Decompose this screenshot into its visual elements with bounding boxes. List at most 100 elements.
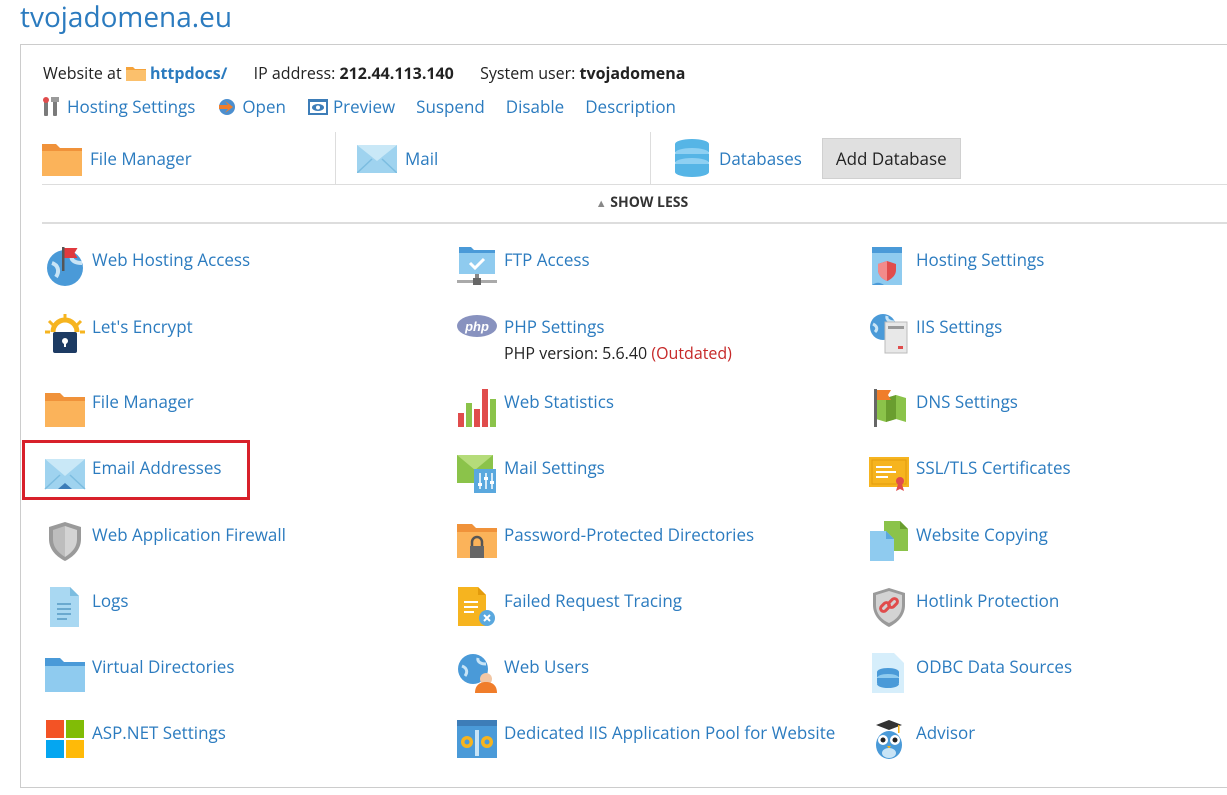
tool-label: Logs [92, 589, 129, 612]
disable-link[interactable]: Disable [506, 95, 564, 118]
owl-graduate-icon [876, 720, 902, 759]
tool-label: Hosting Settings [916, 248, 1045, 271]
certificate-icon [869, 457, 909, 491]
php-version-info: PHP version: 5.6.40 (Outdated) [504, 342, 732, 364]
hosting-settings-link[interactable]: Hosting Settings [67, 95, 195, 118]
suspend-link[interactable]: Suspend [416, 95, 485, 118]
website-at-label: Website at [43, 62, 122, 84]
tool-label: PHP Settings [504, 315, 605, 338]
docroot-link[interactable]: httpdocs/ [150, 62, 227, 84]
preview-link[interactable]: Preview [333, 95, 395, 118]
folder-icon [42, 144, 82, 176]
ip-value: 212.44.113.140 [339, 62, 454, 84]
shield-link-icon [873, 588, 905, 627]
tool-iis-settings[interactable]: IIS Settings [868, 312, 1002, 354]
tool-aspnet-settings[interactable]: ASP.NET Settings [44, 718, 226, 760]
quick-file-manager[interactable]: File Manager [42, 132, 336, 184]
hosting-settings-action[interactable]: Hosting Settings [41, 95, 195, 118]
tool-lets-encrypt[interactable]: Let's Encrypt [44, 312, 193, 354]
tool-hosting-settings[interactable]: Hosting Settings [868, 245, 1044, 287]
ftp-folder-icon [457, 247, 497, 285]
database-icon [675, 139, 709, 177]
windows-logo-icon [46, 720, 84, 758]
tool-label: File Manager [92, 390, 194, 413]
tool-failed-request-tracing[interactable]: Failed Request Tracing [456, 586, 682, 628]
system-user-label: System user: [480, 62, 576, 84]
tool-label: Web Statistics [504, 390, 614, 413]
shield-icon [49, 522, 81, 561]
flag-map-icon [874, 389, 906, 427]
open-action[interactable]: Open [216, 95, 286, 118]
open-link[interactable]: Open [242, 95, 286, 118]
tool-virtual-directories[interactable]: Virtual Directories [44, 652, 234, 694]
tool-web-users[interactable]: Web Users [456, 652, 589, 694]
tool-hotlink-protection[interactable]: Hotlink Protection [868, 586, 1059, 628]
lock-sun-icon [45, 314, 85, 353]
mail-link[interactable]: Mail [405, 147, 438, 170]
quick-access-bar: File Manager Mail Databases Add Database [42, 132, 1227, 185]
tool-file-manager[interactable]: File Manager [44, 387, 194, 429]
tool-mail-settings[interactable]: Mail Settings [456, 453, 605, 495]
quick-databases: Databases Add Database [651, 132, 961, 184]
eye-icon [307, 98, 328, 115]
tool-logs[interactable]: Logs [44, 586, 128, 628]
php-icon: php [457, 315, 497, 337]
file-manager-link[interactable]: File Manager [90, 147, 192, 170]
tool-label: Website Copying [916, 523, 1048, 546]
show-less-toggle[interactable]: ▲ SHOW LESS [42, 184, 1227, 224]
tool-label: Web Users [504, 655, 590, 678]
add-database-button[interactable]: Add Database [821, 137, 961, 179]
tool-label: ASP.NET Settings [92, 721, 226, 744]
hosting-settings-icon [872, 247, 902, 285]
document-icon [50, 587, 79, 627]
tool-label: FTP Access [504, 248, 590, 271]
tool-label: Dedicated IIS Application Pool for Websi… [504, 721, 836, 744]
php-version: PHP version: 5.6.40 [504, 342, 648, 364]
php-outdated-badge: (Outdated) [651, 342, 732, 364]
tool-label: ODBC Data Sources [916, 655, 1073, 678]
tool-web-application-firewall[interactable]: Web Application Firewall [44, 520, 286, 562]
folder-icon [125, 67, 146, 81]
domain-actions: Hosting Settings Open Preview Suspend Di… [41, 95, 676, 118]
preview-action[interactable]: Preview [307, 95, 395, 118]
tool-label: Let's Encrypt [92, 315, 193, 338]
tool-ssl-tls-certificates[interactable]: SSL/TLS Certificates [868, 453, 1071, 495]
tools-icon [43, 96, 59, 116]
folder-icon [45, 658, 85, 692]
envelope-icon [357, 145, 397, 173]
tool-label: Failed Request Tracing [504, 589, 683, 612]
tool-label: Password-Protected Directories [504, 523, 755, 546]
globe-flag-icon [47, 247, 83, 286]
selection-highlight [22, 440, 250, 500]
bar-chart-icon [458, 389, 496, 427]
globe-user-icon [458, 654, 497, 693]
tool-php-settings[interactable]: php PHP Settings PHP version: 5.6.40 (Ou… [456, 312, 732, 364]
tool-advisor[interactable]: Advisor [868, 718, 975, 760]
databases-link[interactable]: Databases [719, 147, 802, 170]
tool-dns-settings[interactable]: DNS Settings [868, 387, 1018, 429]
tool-label: Mail Settings [504, 456, 605, 479]
tool-label: Hotlink Protection [916, 589, 1060, 612]
tool-web-statistics[interactable]: Web Statistics [456, 387, 614, 429]
svg-text:php: php [464, 319, 489, 334]
tool-label: Web Application Firewall [92, 523, 286, 546]
domain-title[interactable]: tvojadomena.eu [20, 0, 232, 36]
database-document-icon [872, 653, 904, 693]
tool-website-copying[interactable]: Website Copying [868, 520, 1048, 562]
tool-web-hosting-access[interactable]: Web Hosting Access [44, 245, 250, 287]
tool-password-protected-directories[interactable]: Password-Protected Directories [456, 520, 754, 562]
tool-label: SSL/TLS Certificates [916, 456, 1071, 479]
description-link[interactable]: Description [585, 95, 676, 118]
tool-label: DNS Settings [916, 390, 1018, 413]
locked-folder-icon [457, 524, 497, 558]
tool-label: Virtual Directories [92, 655, 235, 678]
globe-arrow-icon [219, 98, 236, 115]
system-user-value: tvojadomena [579, 62, 686, 84]
tool-label: IIS Settings [916, 315, 1003, 338]
quick-mail[interactable]: Mail [336, 132, 651, 184]
tool-dedicated-iis-pool[interactable]: Dedicated IIS Application Pool for Websi… [456, 718, 835, 760]
tool-ftp-access[interactable]: FTP Access [456, 245, 590, 287]
document-error-icon [458, 587, 495, 626]
show-less-label: SHOW LESS [610, 193, 689, 212]
tool-odbc-data-sources[interactable]: ODBC Data Sources [868, 652, 1072, 694]
